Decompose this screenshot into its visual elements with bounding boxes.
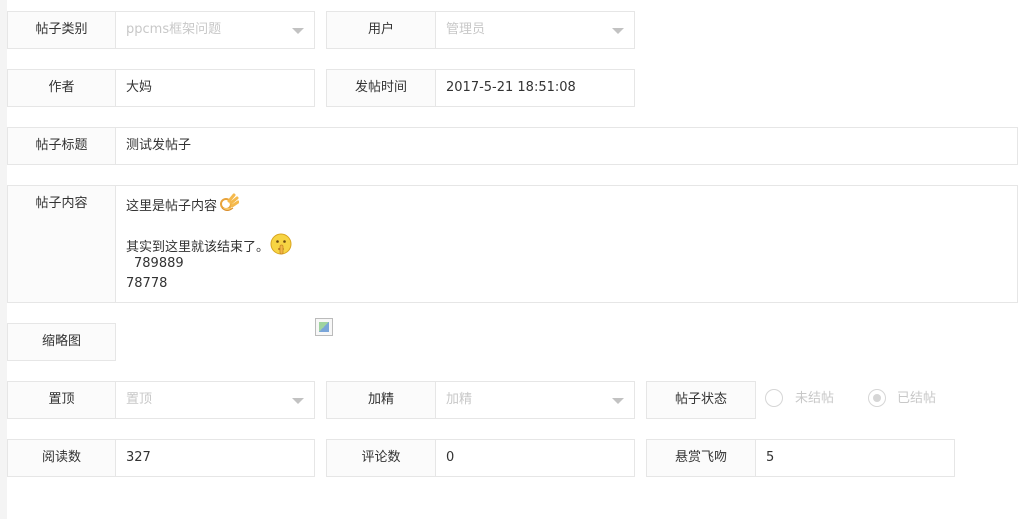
content-line-1: 这里是帖子内容 <box>126 192 1007 214</box>
status-option-open[interactable]: 未结帖 <box>765 381 855 419</box>
chevron-down-icon <box>292 398 304 404</box>
user-label: 用户 <box>326 11 436 49</box>
content-line-4: 78778 <box>126 276 168 291</box>
status-option-closed-label: 已结帖 <box>897 391 937 406</box>
featured-label: 加精 <box>326 381 436 419</box>
title-field[interactable]: 测试发帖子 <box>115 127 1018 165</box>
chevron-down-icon <box>292 28 304 34</box>
featured-value: 加精 <box>446 392 473 407</box>
user-select[interactable]: 管理员 <box>435 11 635 49</box>
reward-label: 悬赏飞吻 <box>646 439 756 477</box>
comments-label: 评论数 <box>326 439 436 477</box>
content-line-3: 789889 <box>134 256 184 271</box>
author-label: 作者 <box>7 69 116 107</box>
image-placeholder <box>319 322 329 332</box>
featured-select[interactable]: 加精 <box>435 381 635 419</box>
thumbnail-label: 缩略图 <box>7 323 116 361</box>
reads-label: 阅读数 <box>7 439 116 477</box>
post-time-label: 发帖时间 <box>326 69 436 107</box>
author-field[interactable]: 大妈 <box>115 69 315 107</box>
post-time-field[interactable]: 2017-5-21 18:51:08 <box>435 69 635 107</box>
chevron-down-icon <box>612 28 624 34</box>
status-option-closed[interactable]: 已结帖 <box>868 381 958 419</box>
broken-image-icon[interactable] <box>315 318 333 336</box>
shushing-face-icon <box>269 232 293 263</box>
radio-unchecked-icon[interactable] <box>765 389 783 407</box>
content-blank-line <box>126 214 1007 232</box>
radio-checked-icon[interactable] <box>868 389 886 407</box>
status-label: 帖子状态 <box>646 381 756 419</box>
ok-hand-icon <box>217 192 240 221</box>
content-line-2: 其实到这里就该结束了。 <box>126 232 1007 255</box>
reward-field[interactable]: 5 <box>755 439 955 477</box>
pin-select[interactable]: 置顶 <box>115 381 315 419</box>
reads-field[interactable]: 327 <box>115 439 315 477</box>
status-option-open-label: 未结帖 <box>795 391 835 406</box>
left-gutter <box>0 0 7 519</box>
content-editor[interactable]: 这里是帖子内容 其实到这里就该结束了。 789889 78778 <box>115 185 1018 303</box>
chevron-down-icon <box>612 398 624 404</box>
pin-label: 置顶 <box>7 381 116 419</box>
title-label: 帖子标题 <box>7 127 116 165</box>
pin-value: 置顶 <box>126 392 153 407</box>
content-label: 帖子内容 <box>7 185 116 303</box>
category-label: 帖子类别 <box>7 11 116 49</box>
category-value: ppcms框架问题 <box>126 22 222 37</box>
comments-field[interactable]: 0 <box>435 439 635 477</box>
user-value: 管理员 <box>446 22 486 37</box>
category-select[interactable]: ppcms框架问题 <box>115 11 315 49</box>
